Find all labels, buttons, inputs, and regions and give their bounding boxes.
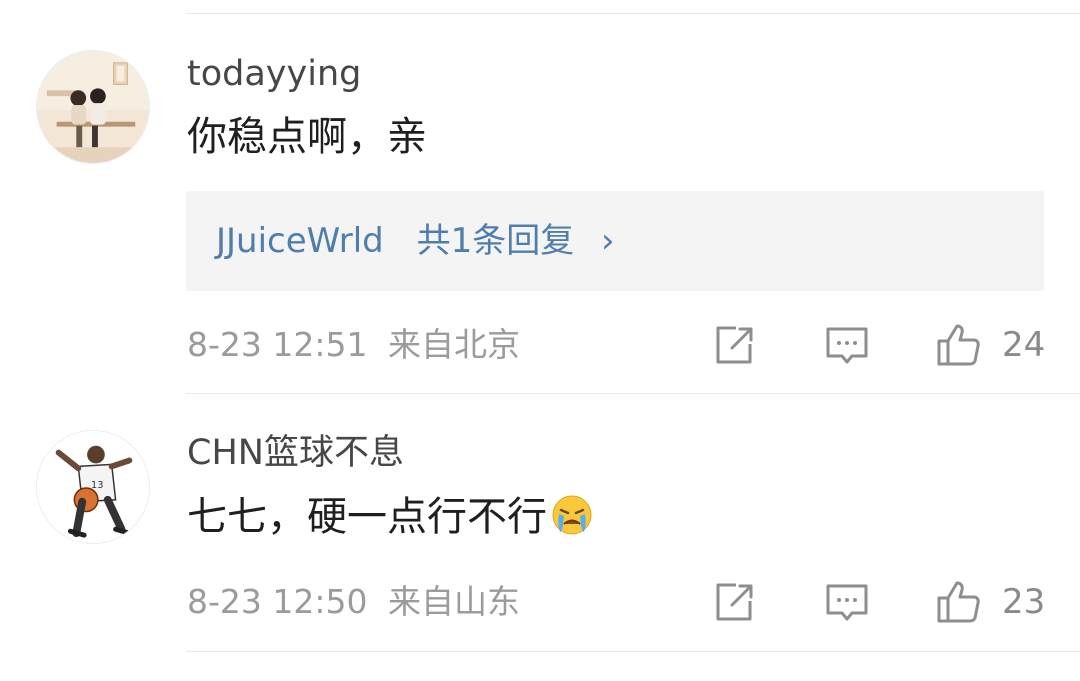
crying-face-emoji-icon — [552, 495, 592, 535]
comment-icon — [826, 327, 868, 364]
user-avatar[interactable] — [36, 50, 150, 164]
reply-preview-line[interactable]: JJuiceWrld 共1条回复 › — [216, 219, 615, 263]
chevron-right-icon: › — [601, 221, 615, 261]
comment-text: 七七，硬一点行不行 — [187, 493, 593, 541]
like-button[interactable] — [935, 321, 983, 369]
reply-count[interactable]: 共1条回复 — [417, 219, 575, 263]
comment-meta: 8-23 12:50 来自山东 — [187, 582, 520, 622]
comment-icon — [826, 584, 868, 621]
comment-meta: 8-23 12:51 来自北京 — [187, 325, 520, 365]
like-button[interactable] — [935, 578, 983, 626]
comment-button[interactable] — [823, 321, 871, 369]
comment-username[interactable]: todayying — [187, 54, 361, 94]
reply-preview[interactable]: JJuiceWrld 共1条回复 › — [186, 191, 1044, 291]
user-avatar[interactable]: 13 — [36, 430, 150, 544]
reply-author[interactable]: JJuiceWrld — [216, 219, 384, 263]
couple-illustration-avatar — [37, 51, 149, 163]
comment-username[interactable]: CHN篮球不息 — [187, 433, 404, 473]
basketball-player-avatar: 13 — [37, 431, 149, 543]
share-button[interactable] — [710, 578, 758, 626]
comment-divider — [186, 651, 1080, 652]
comment-button[interactable] — [823, 578, 871, 626]
comment-divider — [186, 393, 1080, 394]
share-icon — [716, 583, 753, 621]
share-icon — [716, 326, 753, 364]
comment-text-content: 七七，硬一点行不行 — [187, 494, 547, 540]
like-count: 24 — [1002, 325, 1046, 365]
comment-location: 来自北京 — [388, 325, 520, 364]
comment-time: 8-23 12:51 — [187, 325, 368, 364]
share-button[interactable] — [710, 321, 758, 369]
comment-text: 你稳点啊，亲 — [187, 114, 427, 160]
comment-time: 8-23 12:50 — [187, 582, 368, 621]
like-count: 23 — [1002, 582, 1046, 622]
top-divider — [186, 13, 1080, 14]
thumbs-up-icon — [937, 581, 980, 623]
thumbs-up-icon — [937, 324, 980, 366]
comment-location: 来自山东 — [388, 582, 520, 621]
